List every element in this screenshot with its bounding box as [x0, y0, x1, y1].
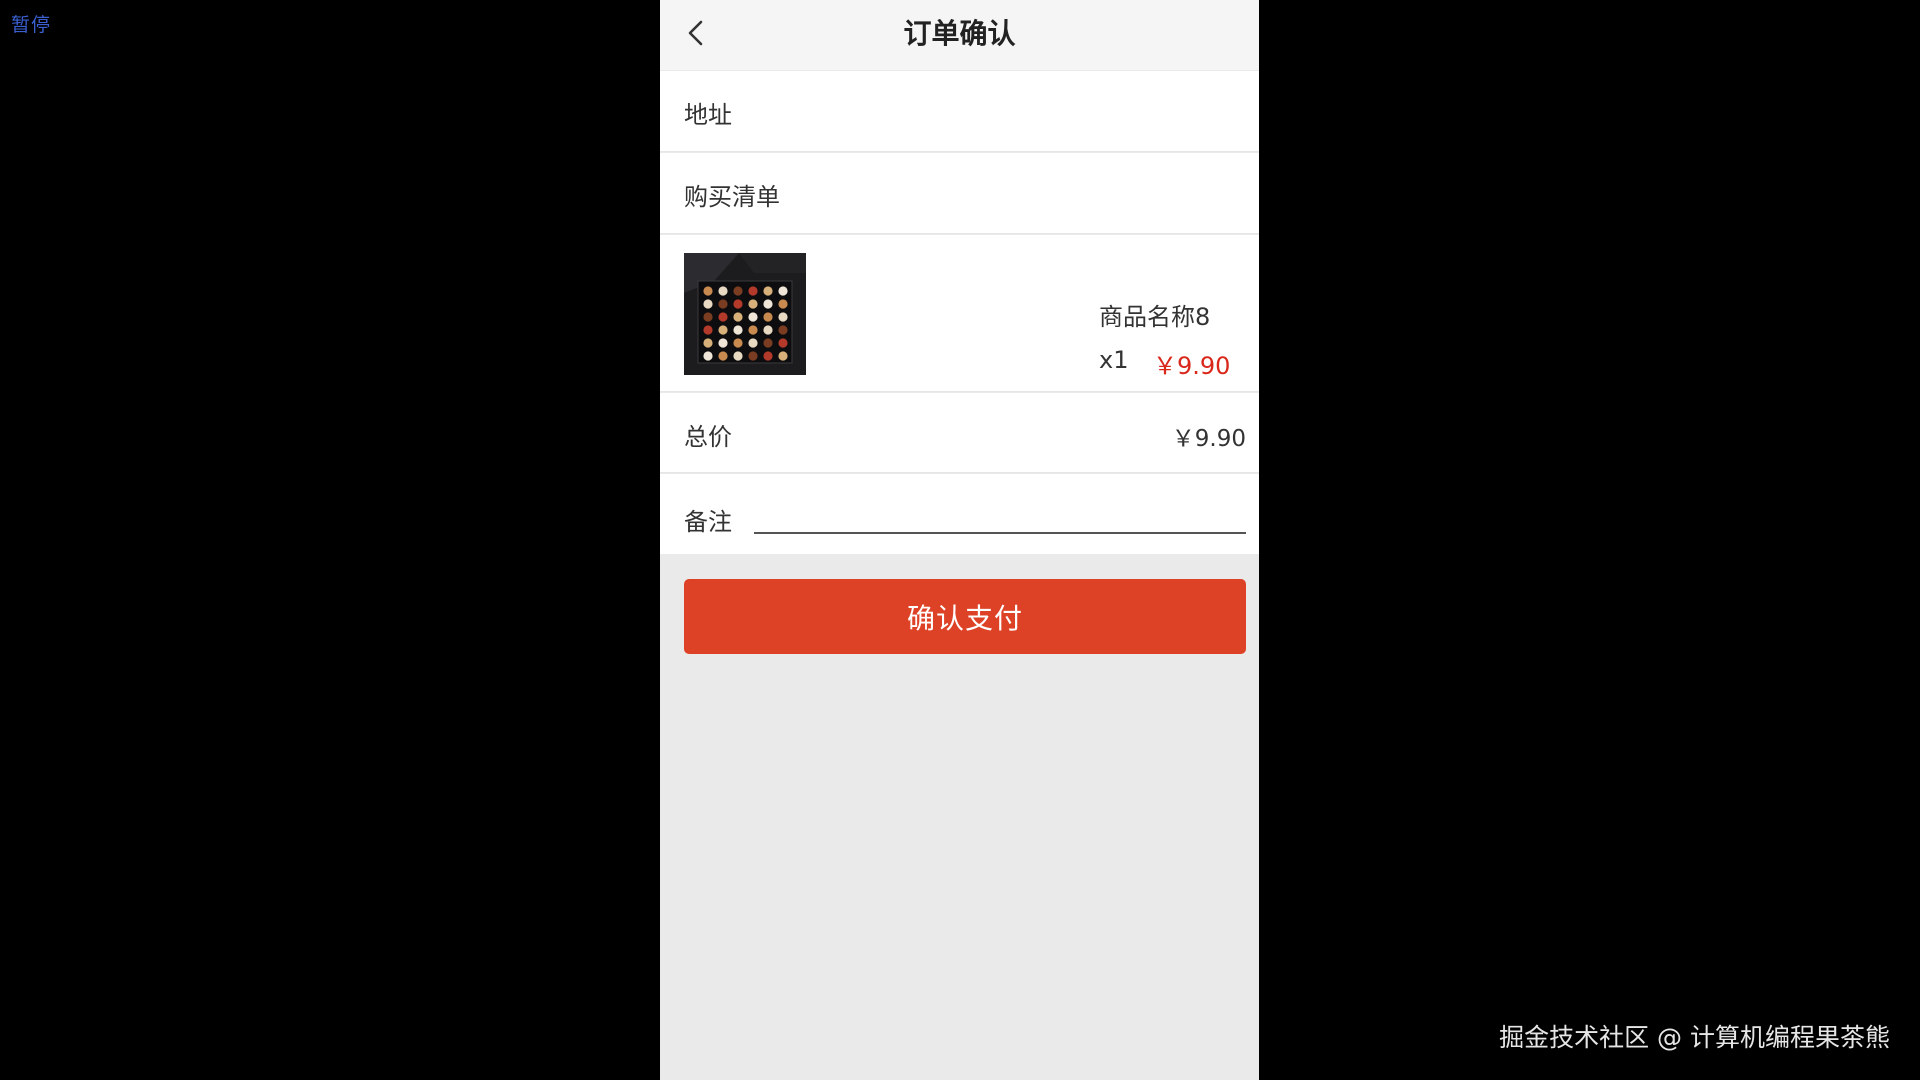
- purchase-list-label: 购买清单: [684, 183, 780, 211]
- total-row: 总价 ￥9.90: [660, 393, 1259, 473]
- note-label: 备注: [684, 508, 732, 536]
- address-row[interactable]: 地址: [660, 71, 1259, 152]
- product-price: ￥9.90: [1153, 352, 1231, 380]
- confirm-pay-button[interactable]: 确认支付: [684, 579, 1246, 654]
- note-input[interactable]: [754, 494, 1246, 534]
- product-thumbnail: [684, 253, 806, 375]
- product-name: 商品名称8: [1099, 303, 1211, 331]
- page-title: 订单确认: [903, 17, 1016, 50]
- total-label: 总价: [684, 423, 732, 451]
- navigation-bar: 订单确认: [660, 0, 1259, 70]
- product-item[interactable]: 商品名称8 x1 ￥9.90: [660, 235, 1259, 392]
- total-value: ￥9.90: [1171, 426, 1246, 452]
- product-quantity: x1: [1099, 346, 1129, 374]
- purchase-list-row: 购买清单: [660, 153, 1259, 234]
- note-row: 备注: [660, 474, 1259, 554]
- address-label: 地址: [684, 101, 732, 129]
- pause-label[interactable]: 暂停: [11, 10, 51, 37]
- phone-screen: 订单确认 地址 购买清单 商品名称8 x1 ￥9.90 总价 ￥9.90 备注 …: [660, 0, 1259, 1080]
- watermark: 掘金技术社区 @ 计算机编程果茶熊: [1499, 1023, 1890, 1052]
